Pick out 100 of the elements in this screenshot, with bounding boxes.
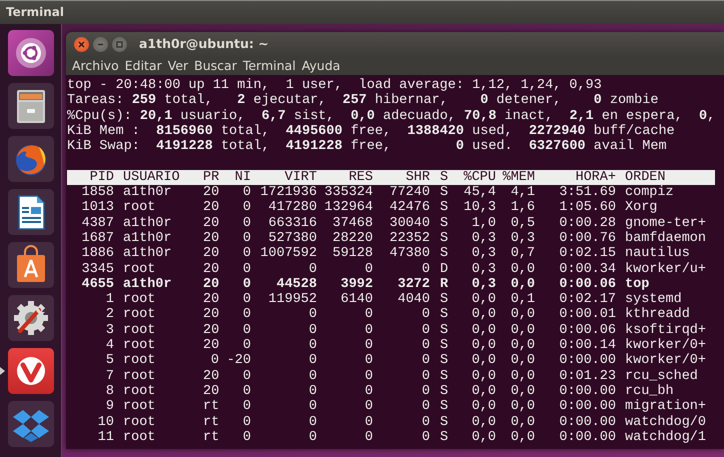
table-cell-text: 0:00.06 (558, 322, 616, 338)
table-cell-text: 3272 (396, 276, 430, 292)
table-cell: 20 (203, 262, 219, 277)
table-cell-text: S (439, 216, 450, 231)
launcher-button[interactable] (8, 30, 54, 76)
table-cell-text: 0 (242, 307, 251, 323)
table-cell-text: 0 (242, 292, 251, 308)
table-cell-text: 0,0 (510, 322, 535, 338)
table-cell-text: 0 (420, 262, 430, 277)
table-cell-text: 0 (242, 230, 251, 246)
table-cell-text: kworker/0+ (624, 353, 708, 369)
minimize-button[interactable] (93, 37, 108, 52)
table-cell-text: 0 (242, 322, 251, 338)
table-cell-text: 22352 (388, 230, 430, 246)
column-header: %MEM (502, 170, 535, 186)
table-cell-text: 0 (420, 307, 430, 323)
table-cell-text: kthreadd (624, 307, 691, 323)
table-cell-text: 1,0 (470, 216, 496, 231)
column-header: RES (348, 170, 373, 186)
table-cell-text: 0 (364, 399, 373, 415)
table-cell: 20 (203, 216, 219, 231)
table-cell-text: 0,3 (470, 230, 496, 246)
table-cell-text: 0,0 (510, 368, 535, 384)
table-cell-text: 1013 (80, 200, 114, 216)
table-cell-text: 0,0 (510, 307, 535, 323)
table-cell-text: watchdog/1 (624, 430, 708, 446)
menu-item[interactable]: Ayuda (298, 57, 344, 75)
table-cell-text: S (439, 414, 450, 430)
table-cell: 20 (203, 246, 219, 262)
menu-item[interactable]: Terminal (240, 57, 299, 75)
table-cell-text: S (439, 353, 450, 369)
table-cell-text: root (122, 338, 156, 354)
menu-item[interactable]: Buscar (191, 57, 240, 75)
table-cell-text: a1th0r (122, 185, 173, 200)
table-cell-text: 44528 (275, 276, 317, 292)
table-cell-text: 3:51.69 (558, 185, 616, 200)
table-cell-text: S (439, 384, 450, 400)
table-cell-text: 0:00.00 (558, 384, 616, 400)
column-header: HORA+ (574, 170, 616, 186)
table-cell-text: S (439, 185, 450, 200)
table-cell-text: 0,0 (470, 338, 496, 354)
table-cell-text: 8 (104, 384, 114, 400)
table-cell-text: 0 (308, 384, 317, 400)
table-cell-text: S (439, 307, 450, 323)
table-cell-text: S (439, 322, 450, 338)
table-cell-text: 0 (364, 338, 373, 354)
table-cell-text: root (122, 384, 156, 400)
table-cell-text: 0,0 (510, 276, 535, 292)
table-cell-text: 0:00.14 (558, 338, 616, 354)
table-cell-text: 1721936 (259, 185, 317, 200)
table-cell-text: 0:00.00 (558, 353, 616, 369)
table-cell: rt (203, 414, 219, 430)
table-cell-text: 0,3 (470, 276, 496, 292)
launcher-button[interactable] (8, 295, 54, 341)
table-cell-text: 0 (420, 430, 430, 446)
table-cell-text: 0 (308, 322, 317, 338)
table-cell-text: 0,3 (470, 262, 496, 277)
table-cell-text: S (439, 430, 450, 446)
table-cell-text: 0,0 (470, 353, 496, 369)
table-cell-text: 0,0 (510, 338, 535, 354)
table-cell-text: 0 (242, 216, 251, 231)
launcher-button[interactable] (8, 242, 54, 288)
maximize-button[interactable] (112, 37, 127, 52)
table-cell-text: 10 (96, 414, 114, 430)
table-cell-text: 0 (308, 430, 317, 446)
summary-line: %Cpu(s): 20,1 usuario, 6,7 sist, 0,0 adecuado, 70,8 inact, 2,1 en espera, 0, (67, 108, 716, 124)
table-cell-text: 0 (242, 200, 251, 216)
close-button[interactable] (74, 37, 89, 52)
column-header: USUARIO (122, 170, 181, 185)
table-cell-text: S (439, 292, 450, 308)
table-cell: 20 (203, 185, 219, 200)
summary-line: KiB Mem : 8156960 total, 4495600 free, 1388420 used, 2272940 buff/cache (67, 124, 676, 139)
table-cell: rt (203, 430, 219, 446)
column-header: SHR (404, 170, 430, 186)
menu-item[interactable]: Editar (122, 57, 165, 75)
table-cell-text: 0,0 (470, 322, 496, 338)
table-cell-text: 0 (308, 262, 317, 277)
table-cell-text: 0:01.23 (558, 368, 616, 384)
table-cell-text: 0:00.00 (558, 414, 616, 430)
table-cell-text: 0 (308, 353, 317, 369)
table-cell-text: 0 (420, 353, 430, 369)
table-cell-text: 0:00.00 (558, 430, 616, 446)
table-cell-text: 0 (308, 368, 317, 384)
table-cell-text: 3345 (80, 262, 114, 277)
launcher-button[interactable] (8, 189, 54, 235)
table-cell-text: root (122, 414, 156, 430)
column-header: NI (234, 170, 251, 186)
table-cell: 20 (203, 276, 219, 292)
launcher-button[interactable] (8, 83, 54, 129)
menu-item[interactable]: Ver (164, 57, 192, 75)
table-cell-text: a1th0r (122, 246, 173, 262)
column-header: %CPU (462, 170, 496, 186)
table-cell-text: 132964 (323, 200, 373, 216)
table-cell-text: 0 (242, 246, 251, 262)
table-cell: 20 (203, 384, 219, 400)
menu-item[interactable]: Archivo (69, 57, 122, 75)
table-cell-text: 119952 (267, 292, 317, 308)
table-cell-text: 335324 (323, 185, 373, 200)
column-header: ORDEN (624, 170, 667, 185)
table-cell: 20 (203, 292, 219, 308)
